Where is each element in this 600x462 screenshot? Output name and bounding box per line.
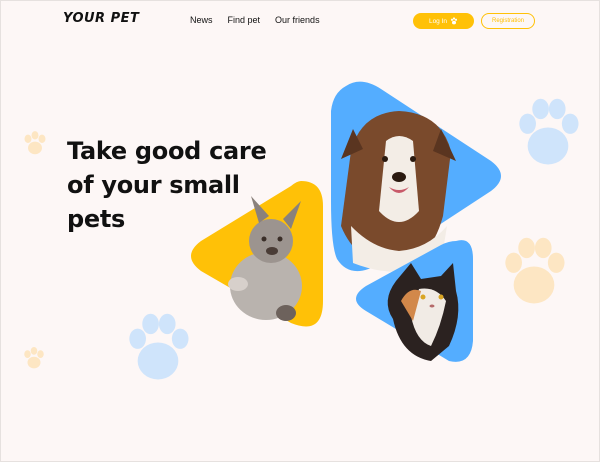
page: YOUR PET News Find pet Our friends Log I… [0, 0, 600, 462]
french-bulldog-photo [191, 181, 323, 327]
border-collie-photo [331, 81, 501, 272]
hero-pets-art [191, 81, 501, 362]
